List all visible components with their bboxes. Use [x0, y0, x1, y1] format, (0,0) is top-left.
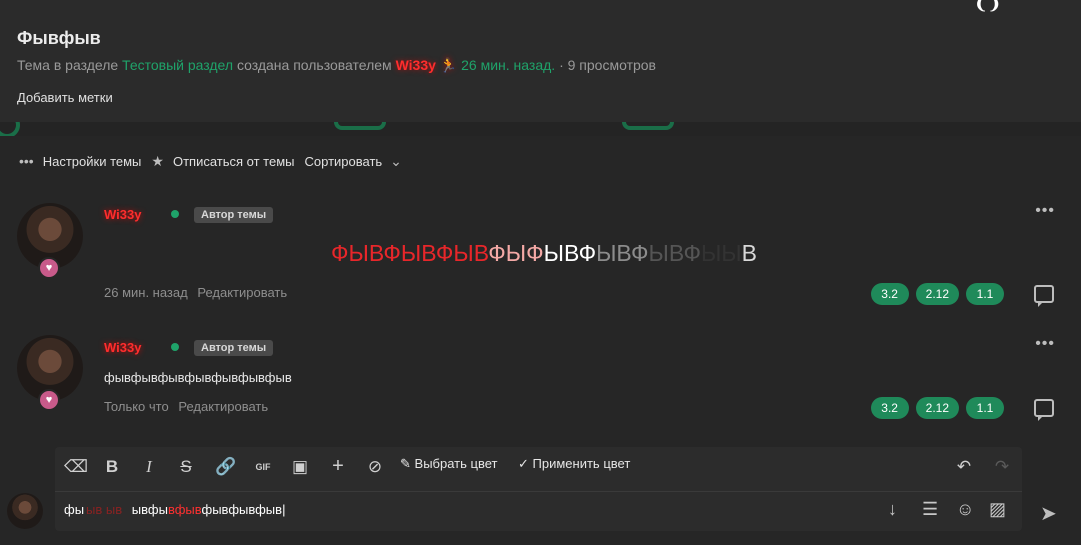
post-author[interactable]: Wi33y	[104, 207, 141, 222]
gif-icon[interactable]: GIF	[252, 462, 274, 484]
online-indicator	[171, 343, 179, 351]
post-content-colored: ФЫВФЫВФЫВФЫФЫВФЫВФЫВФЫЫВ	[331, 240, 757, 267]
editor-text[interactable]: фы ыв ыв ывфывфывфывфывфыв|	[64, 502, 285, 517]
avatar[interactable]: ♥	[17, 203, 83, 279]
topic-toolbar: ••• Настройки темы ★ Отписаться от темы …	[19, 152, 412, 170]
check-icon: ✓	[518, 456, 529, 471]
pencil-icon: ✎	[400, 456, 411, 471]
reaction-button[interactable]: 1.1	[966, 397, 1004, 419]
editor-text-segment: фы	[64, 502, 85, 517]
pick-color-label: Выбрать цвет	[414, 456, 498, 471]
post-meta: 26 мин. назад Редактировать	[104, 285, 287, 300]
image-gallery-icon[interactable]: ▣	[288, 457, 312, 479]
views-count: · 9 просмотров	[559, 57, 656, 73]
post-more-icon[interactable]: •••	[1035, 202, 1055, 220]
post-time[interactable]: 26 мин. назад	[104, 285, 188, 300]
post-content: фывфывфывфывфывфывфыв	[104, 370, 292, 385]
page-title: Фывфыв	[17, 28, 101, 48]
strikethrough-icon[interactable]: S	[176, 457, 196, 479]
undo-icon[interactable]: ↶	[953, 457, 975, 479]
heart-icon: ♥	[38, 389, 60, 411]
post-author[interactable]: Wi33y	[104, 340, 141, 355]
arrow-down-icon[interactable]: ↓	[888, 499, 897, 520]
link-icon[interactable]: 🔗	[215, 457, 237, 479]
colored-text-segment: ФЫФ	[488, 240, 544, 266]
post-meta: Только что Редактировать	[104, 399, 268, 414]
colored-text-segment: ЫВФ	[543, 240, 597, 266]
list-icon[interactable]: ☰	[922, 499, 938, 520]
author-badge: Автор темы	[194, 340, 274, 356]
topic-time[interactable]: 26 мин. назад.	[461, 57, 555, 73]
unsubscribe-label: Отписаться от темы	[172, 153, 295, 169]
send-icon[interactable]: ➤	[1040, 501, 1057, 526]
reaction-button[interactable]: 3.2	[870, 283, 909, 305]
star-icon: ★	[151, 152, 164, 169]
hide-icon[interactable]: ⊘	[363, 457, 387, 479]
reply-icon[interactable]	[1034, 399, 1054, 421]
edit-link[interactable]: Редактировать	[197, 285, 287, 300]
colored-text-segment: ФЫВФЫВФЫВ	[331, 240, 489, 266]
author-badge: Автор темы	[194, 207, 274, 223]
topic-header: ❨❩ Фывфыв Тема в разделе Тестовый раздел…	[0, 0, 1081, 122]
plus-icon[interactable]: +	[328, 455, 348, 477]
meta-mid: создана пользователем	[236, 57, 392, 73]
editor-text-segment: ывфы	[131, 502, 168, 517]
apply-color-button[interactable]: ✓ Применить цвет	[518, 456, 630, 478]
unsubscribe-button[interactable]: ★ Отписаться от темы	[151, 153, 294, 170]
current-user-avatar[interactable]	[7, 493, 43, 529]
editor-text-segment: фывфывфыв	[201, 502, 283, 517]
eraser-icon[interactable]: ⌫	[64, 457, 88, 479]
reaction-button[interactable]: 2.12	[915, 283, 959, 305]
edit-link[interactable]: Редактировать	[178, 399, 268, 414]
reaction-button[interactable]: 1.1	[966, 283, 1004, 305]
section-link[interactable]: Тестовый раздел	[122, 57, 233, 73]
image-icon[interactable]: ▨	[989, 499, 1006, 520]
italic-icon[interactable]: I	[139, 457, 159, 479]
more-dots-icon: •••	[19, 153, 34, 169]
reaction-button[interactable]: 3.2	[870, 397, 909, 419]
sort-dropdown[interactable]: Сортировать ⌄	[305, 153, 402, 170]
reply-icon[interactable]	[1034, 285, 1054, 307]
reaction-button[interactable]: 2.12	[915, 397, 959, 419]
heart-icon: ♥	[38, 257, 60, 279]
chevron-down-icon: ⌄	[390, 152, 402, 169]
editor-text-segment: вфыв	[167, 502, 202, 517]
smiley-icon[interactable]: ☺	[956, 499, 974, 520]
sort-label: Сортировать	[304, 153, 383, 169]
topic-settings-label: Настройки темы	[42, 153, 142, 169]
message-editor: ⌫ B I S 🔗 GIF ▣ + ⊘ ✎ Выбрать цвет ✓ При…	[55, 447, 1022, 531]
redo-icon[interactable]: ↷	[991, 457, 1013, 479]
avatar[interactable]: ♥	[17, 335, 83, 411]
reactions: 3.2 2.12 1.1	[870, 283, 1004, 305]
editor-toolbar: ⌫ B I S 🔗 GIF ▣ + ⊘ ✎ Выбрать цвет ✓ При…	[55, 447, 1022, 489]
topic-settings-button[interactable]: ••• Настройки темы	[19, 153, 141, 169]
decor-shape	[334, 122, 386, 130]
add-tags-link[interactable]: Добавить метки	[17, 90, 113, 105]
pick-color-button[interactable]: ✎ Выбрать цвет	[400, 456, 497, 478]
reactions: 3.2 2.12 1.1	[870, 397, 1004, 419]
colored-text-segment: В	[741, 240, 758, 266]
colored-text-segment: ЫВФ	[596, 240, 649, 266]
topic-author-link[interactable]: Wi33y 🏃	[396, 57, 458, 73]
decorative-logo: ❨❩	[974, 0, 1001, 13]
topic-meta: Тема в разделе Тестовый раздел создана п…	[17, 57, 656, 74]
decorative-band	[0, 122, 1081, 136]
bold-icon[interactable]: B	[102, 457, 122, 479]
post-time[interactable]: Только что	[104, 399, 169, 414]
decor-shape	[622, 122, 674, 130]
post-more-icon[interactable]: •••	[1035, 335, 1055, 353]
decor-circle	[0, 122, 20, 136]
colored-text-segment: ЫВФ	[648, 240, 701, 266]
online-indicator	[171, 210, 179, 218]
meta-prefix: Тема в разделе	[17, 57, 119, 73]
colored-text-segment: ЫЫ	[700, 240, 742, 266]
apply-color-label: Применить цвет	[532, 456, 631, 471]
